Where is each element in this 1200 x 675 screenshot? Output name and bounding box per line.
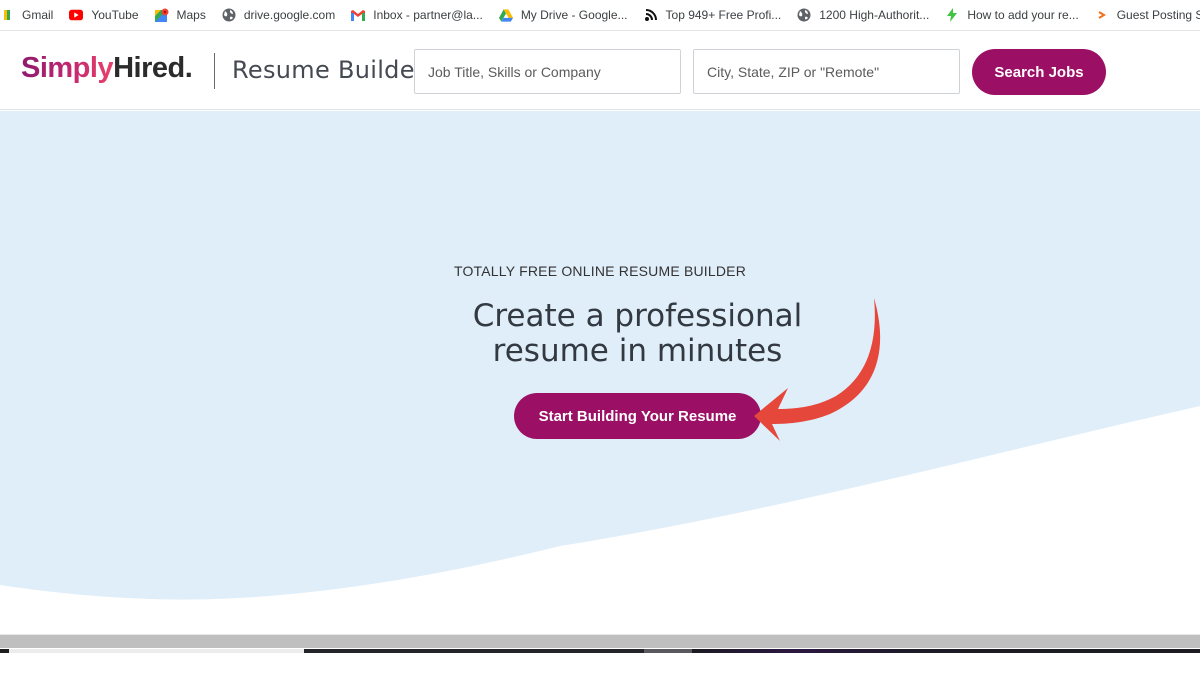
logo-simply: Simply xyxy=(21,52,114,84)
bookmark-label: Top 949+ Free Profi... xyxy=(665,8,782,22)
location-input[interactable] xyxy=(693,49,960,94)
strip-segment xyxy=(304,649,644,653)
bookmark-1200-high-authority[interactable]: 1200 High-Authorit... xyxy=(789,3,937,27)
horizontal-scrollbar[interactable] xyxy=(0,634,1200,648)
hero-headline: Create a professional resume in minutes xyxy=(0,299,1200,369)
google-drive-icon xyxy=(498,8,513,22)
search-jobs-button[interactable]: Search Jobs xyxy=(972,49,1106,95)
strip-segment xyxy=(644,649,692,653)
bookmark-inbox[interactable]: Inbox - partner@la... xyxy=(343,3,491,27)
bookmark-label: How to add your re... xyxy=(967,8,1079,22)
hero-eyebrow: TOTALLY FREE ONLINE RESUME BUILDER xyxy=(453,263,747,279)
page-bottom xyxy=(0,654,1200,675)
bookmark-my-drive[interactable]: My Drive - Google... xyxy=(491,3,636,27)
arrow-icon xyxy=(1095,8,1109,22)
bookmark-how-to-add[interactable]: How to add your re... xyxy=(937,3,1086,27)
bookmark-label: Inbox - partner@la... xyxy=(373,8,483,22)
youtube-icon xyxy=(69,8,84,22)
logo-divider xyxy=(214,53,215,89)
logo-hired: Hired. xyxy=(113,52,193,84)
bookmark-guest-posting[interactable]: Guest Posting Site xyxy=(1087,3,1200,27)
bookmark-gmail[interactable]: Gmail xyxy=(0,3,61,27)
bookmark-top-949[interactable]: Top 949+ Free Profi... xyxy=(636,3,790,27)
bookmark-maps[interactable]: Maps xyxy=(147,3,214,27)
headline-line-1: Create a professional xyxy=(472,298,803,334)
start-building-resume-button[interactable]: Start Building Your Resume xyxy=(514,393,761,439)
product-name: Resume Builder xyxy=(232,56,425,84)
annotation-arrow-icon xyxy=(754,298,881,441)
bookmark-label: YouTube xyxy=(91,8,139,22)
strip-segment xyxy=(0,649,9,653)
bookmark-label: Maps xyxy=(176,8,206,22)
strip-segment xyxy=(9,649,304,653)
gmail-icon xyxy=(351,8,366,22)
bookmarks-bar: Gmail YouTube Maps drive.google.com Inbo… xyxy=(0,0,1200,31)
bookmark-label: drive.google.com xyxy=(243,8,336,22)
simplyhired-logo[interactable]: SimplyHired. xyxy=(21,52,193,85)
hero-background-wave xyxy=(0,111,1200,600)
rss-icon xyxy=(644,8,658,22)
bookmark-label: 1200 High-Authorit... xyxy=(819,8,930,22)
headline-line-2: resume in minutes xyxy=(492,333,783,369)
bookmark-drive-google[interactable]: drive.google.com xyxy=(214,3,343,27)
gmail-icon xyxy=(0,8,14,22)
bookmark-youtube[interactable]: YouTube xyxy=(61,3,146,27)
globe-icon xyxy=(797,8,811,22)
job-search-input[interactable] xyxy=(414,49,681,94)
bookmark-label: My Drive - Google... xyxy=(520,8,628,22)
hero-section: TOTALLY FREE ONLINE RESUME BUILDER Creat… xyxy=(0,111,1200,634)
strip-segment xyxy=(692,649,1200,653)
maps-icon xyxy=(154,8,169,22)
lightning-icon xyxy=(945,8,959,22)
bookmark-label: Gmail xyxy=(22,8,54,22)
site-header: SimplyHired. Resume Builder Search Jobs xyxy=(0,32,1200,110)
bookmark-label: Guest Posting Site xyxy=(1116,8,1200,22)
globe-icon xyxy=(222,8,236,22)
